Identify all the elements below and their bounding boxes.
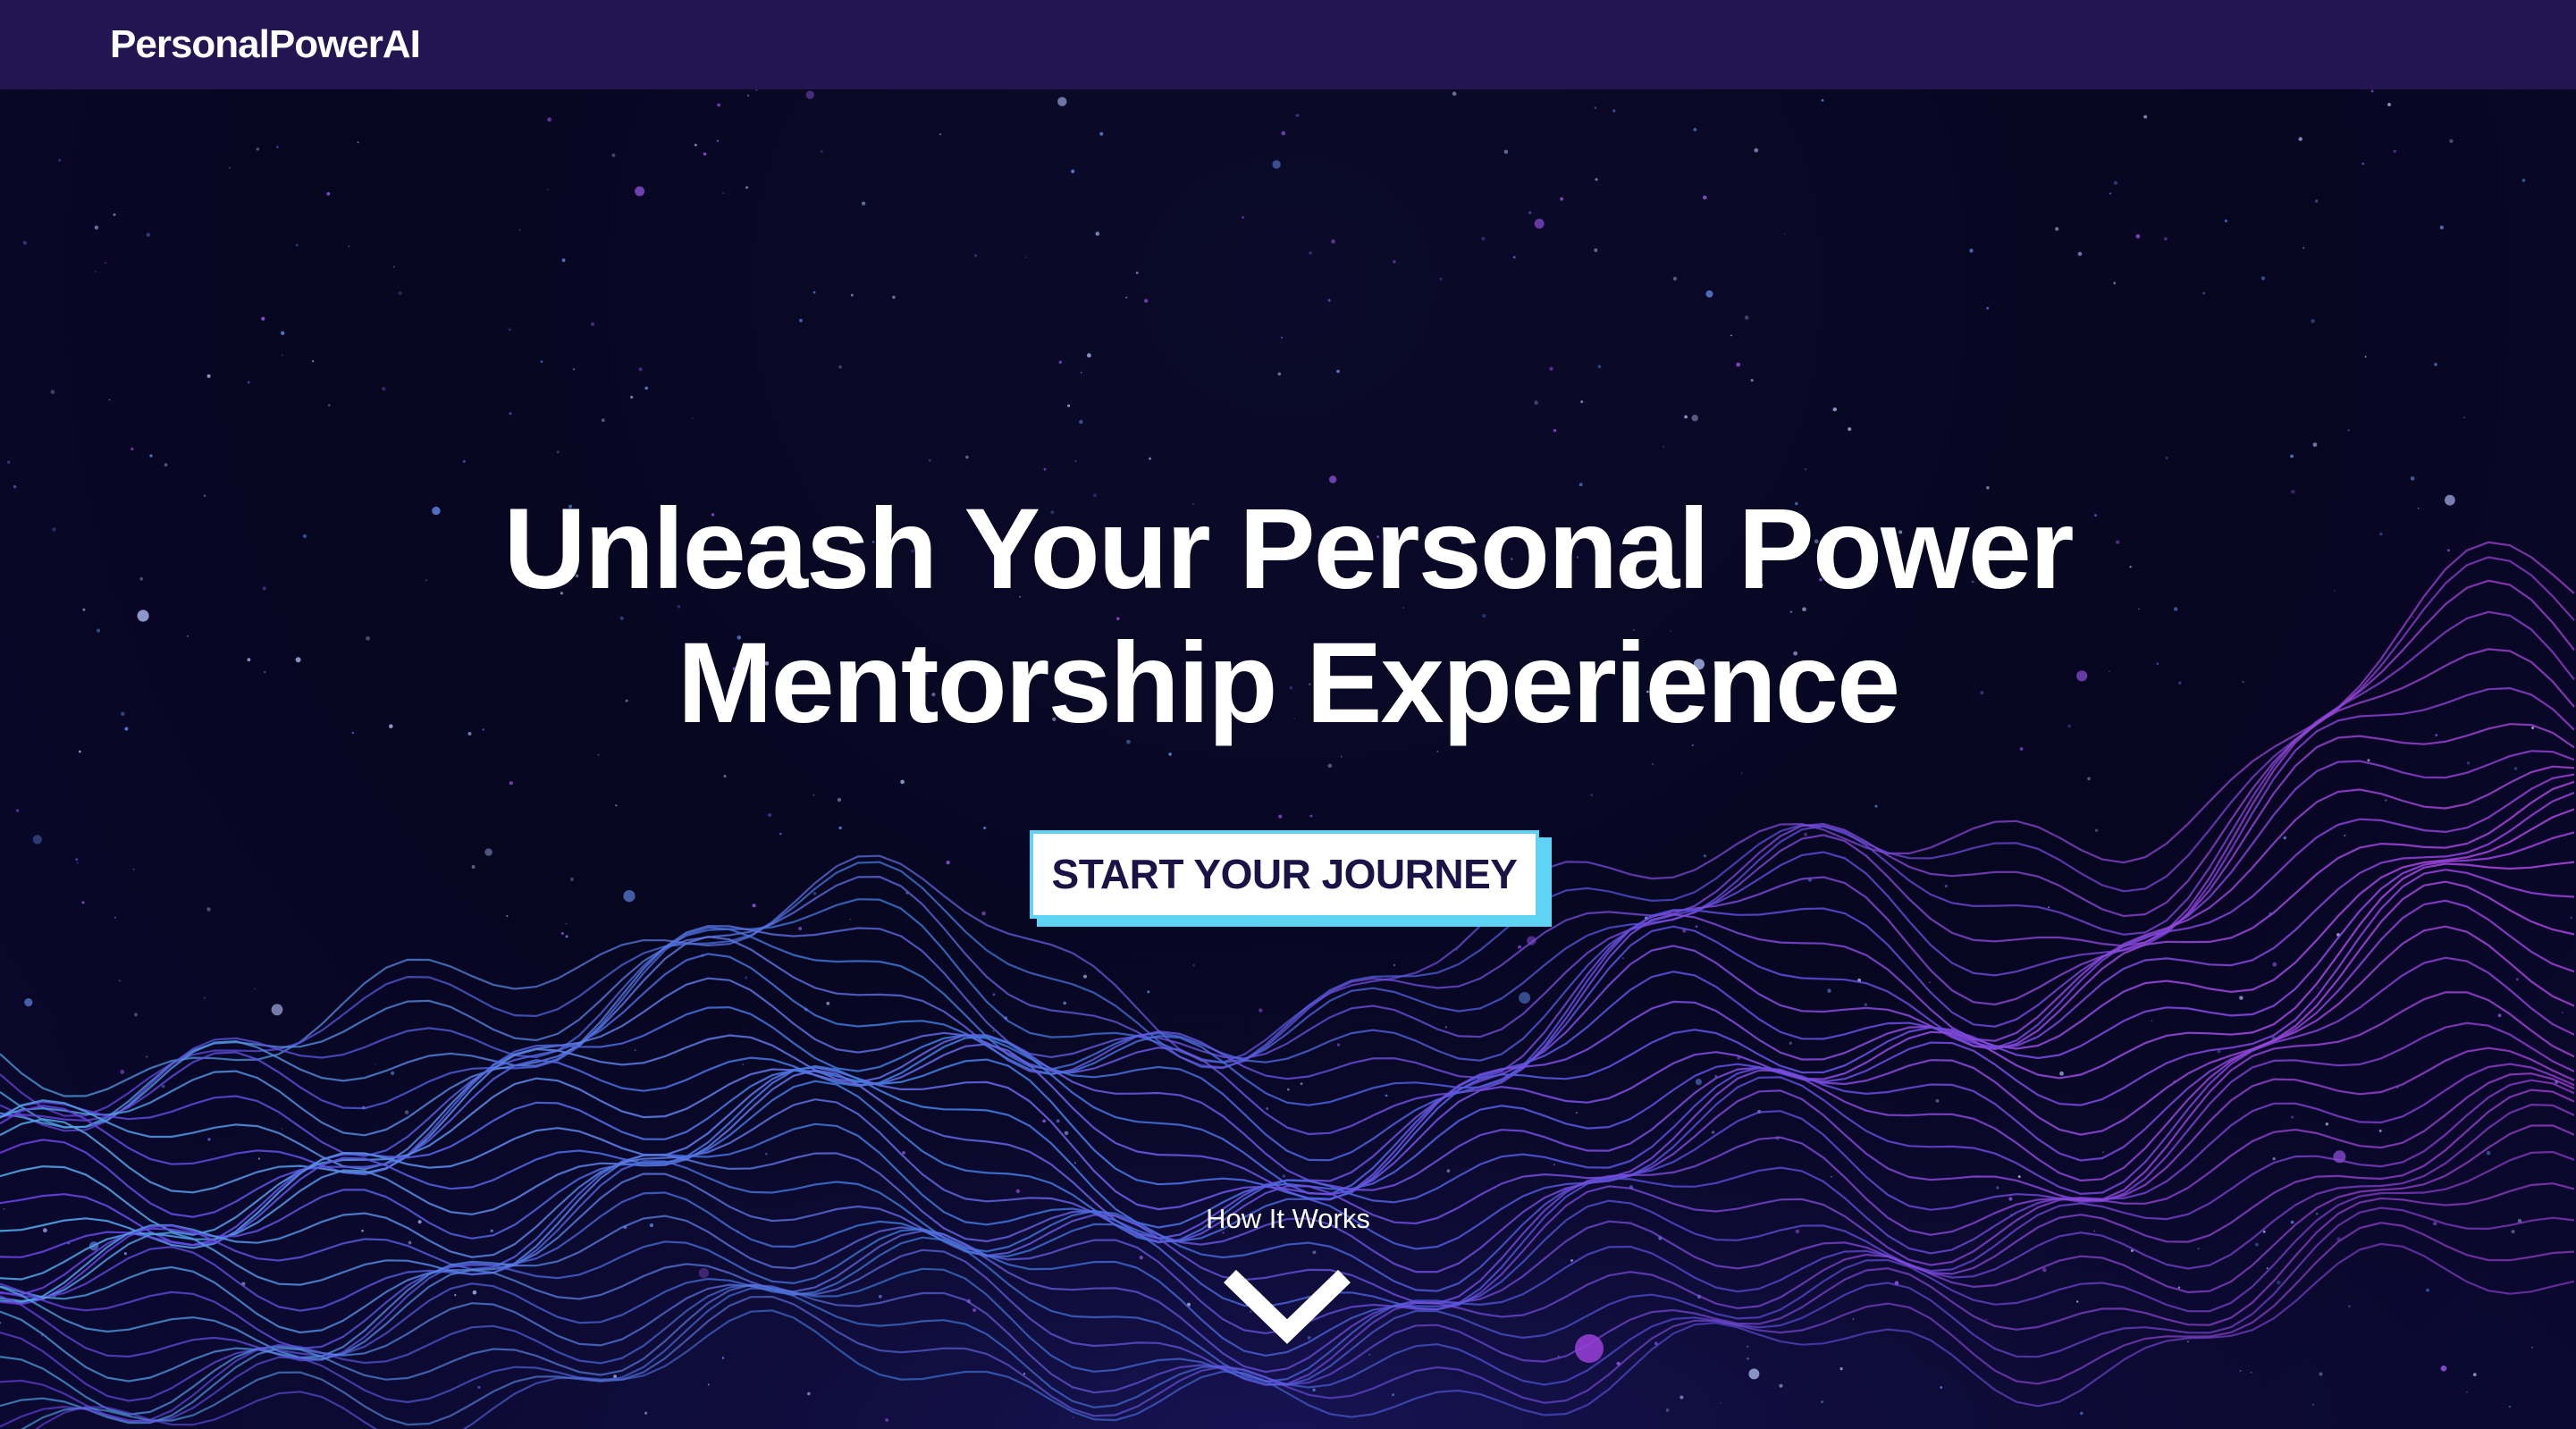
chevron-down-icon[interactable]	[1223, 1267, 1351, 1348]
how-it-works-link[interactable]: How It Works	[1109, 1201, 1467, 1237]
landing-page: PersonalPowerAI Unleash Your Personal Po…	[0, 0, 2576, 1429]
hero-title-line-1: Unleash Your Personal Power	[503, 485, 2074, 613]
hero-title-line-2: Mentorship Experience	[677, 619, 1900, 747]
navbar: PersonalPowerAI	[0, 0, 2576, 89]
hero-title: Unleash Your Personal Power Mentorship E…	[0, 483, 2576, 751]
cta-wrapper: START YOUR JOURNEY	[1030, 830, 1552, 927]
brand-logo-link[interactable]: PersonalPowerAI	[110, 20, 421, 70]
start-journey-button[interactable]: START YOUR JOURNEY	[1030, 830, 1539, 919]
hero-section: Unleash Your Personal Power Mentorship E…	[0, 89, 2576, 1429]
